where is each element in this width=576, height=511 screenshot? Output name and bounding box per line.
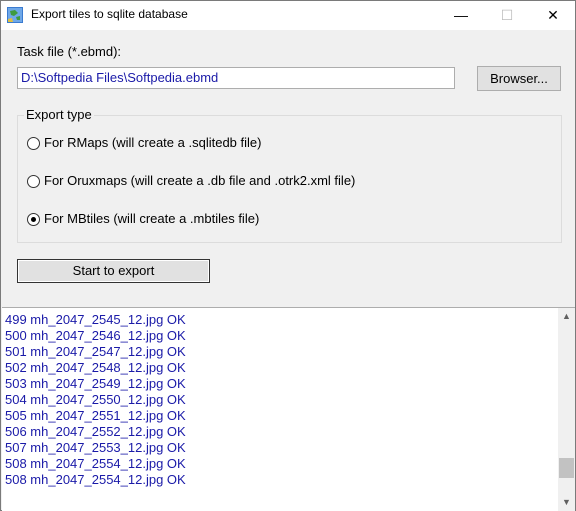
log-list: 499 mh_2047_2545_12.jpg OK 500 mh_2047_2… [5,312,186,488]
log-line: 504 mh_2047_2550_12.jpg OK [5,392,186,407]
task-file-label: Task file (*.ebmd): [17,44,122,59]
log-line: 501 mh_2047_2547_12.jpg OK [5,344,186,359]
scroll-up-arrow-icon[interactable]: ▲ [558,308,575,325]
radio-label: For RMaps (will create a .sqlitedb file) [44,135,262,150]
radio-button-selected[interactable] [27,213,40,226]
vertical-scrollbar[interactable]: ▲ ▼ [558,308,575,511]
log-line: 508 mh_2047_2554_12.jpg OK [5,456,186,471]
log-line: 502 mh_2047_2548_12.jpg OK [5,360,186,375]
radio-button[interactable] [27,137,40,150]
log-line: 506 mh_2047_2552_12.jpg OK [5,424,186,439]
window-title: Export tiles to sqlite database [31,7,188,21]
log-line: 507 mh_2047_2553_12.jpg OK [5,440,186,455]
close-button[interactable]: ✕ [530,1,576,30]
task-file-input[interactable]: D:\Softpedia Files\Softpedia.ebmd [17,67,455,89]
export-type-legend: Export type [24,107,94,122]
log-line: 500 mh_2047_2546_12.jpg OK [5,328,186,343]
scrollbar-thumb[interactable] [559,458,574,478]
log-line: 508 mh_2047_2554_12.jpg OK [5,472,186,487]
radio-dot-icon [31,217,36,222]
minimize-button[interactable]: — [438,1,484,30]
radio-button[interactable] [27,175,40,188]
log-listbox[interactable]: 499 mh_2047_2545_12.jpg OK 500 mh_2047_2… [2,307,575,511]
radio-label: For Oruxmaps (will create a .db file and… [44,173,356,188]
browse-button[interactable]: Browser... [477,66,561,91]
start-export-button[interactable]: Start to export [17,259,210,283]
log-line: 505 mh_2047_2551_12.jpg OK [5,408,186,423]
log-line: 503 mh_2047_2549_12.jpg OK [5,376,186,391]
app-globe-icon [7,7,23,23]
log-line: 499 mh_2047_2545_12.jpg OK [5,312,186,327]
scroll-down-arrow-icon[interactable]: ▼ [558,494,575,511]
title-bar[interactable]: Export tiles to sqlite database — ☐ ✕ [1,1,575,30]
export-dialog-window: Export tiles to sqlite database — ☐ ✕ Ta… [0,0,576,511]
radio-label: For MBtiles (will create a .mbtiles file… [44,211,260,226]
maximize-button[interactable]: ☐ [484,1,530,30]
